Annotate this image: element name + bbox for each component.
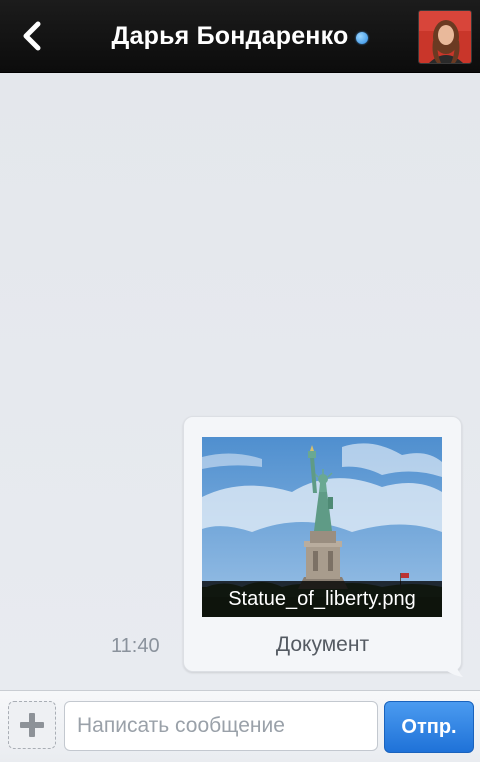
header-title-group: Дарья Бондаренко [80,0,400,72]
contact-avatar[interactable] [418,10,472,64]
chat-header: Дарья Бондаренко [0,0,480,73]
avatar-image [419,11,471,63]
attachment-type-label: Документ [275,633,370,656]
online-status-dot [356,31,369,44]
send-button[interactable]: Отпр. [384,701,474,753]
attachment-filename: Statue_of_liberty.png [202,581,442,617]
chevron-left-icon [23,21,41,51]
back-button[interactable] [10,14,54,58]
message-list[interactable]: 11:40 Statue_of_liberty.png Документ [0,73,480,690]
plus-icon [20,713,44,737]
bubble-tail [441,661,463,677]
outgoing-message-bubble[interactable]: Statue_of_liberty.png Документ [183,416,463,677]
message-composer: Отпр. [0,690,480,762]
image-attachment[interactable]: Statue_of_liberty.png [202,437,442,617]
message-timestamp: 11:40 [111,635,160,657]
contact-name: Дарья Бондаренко [111,21,349,50]
message-input[interactable] [64,701,378,751]
attach-button[interactable] [8,701,56,749]
